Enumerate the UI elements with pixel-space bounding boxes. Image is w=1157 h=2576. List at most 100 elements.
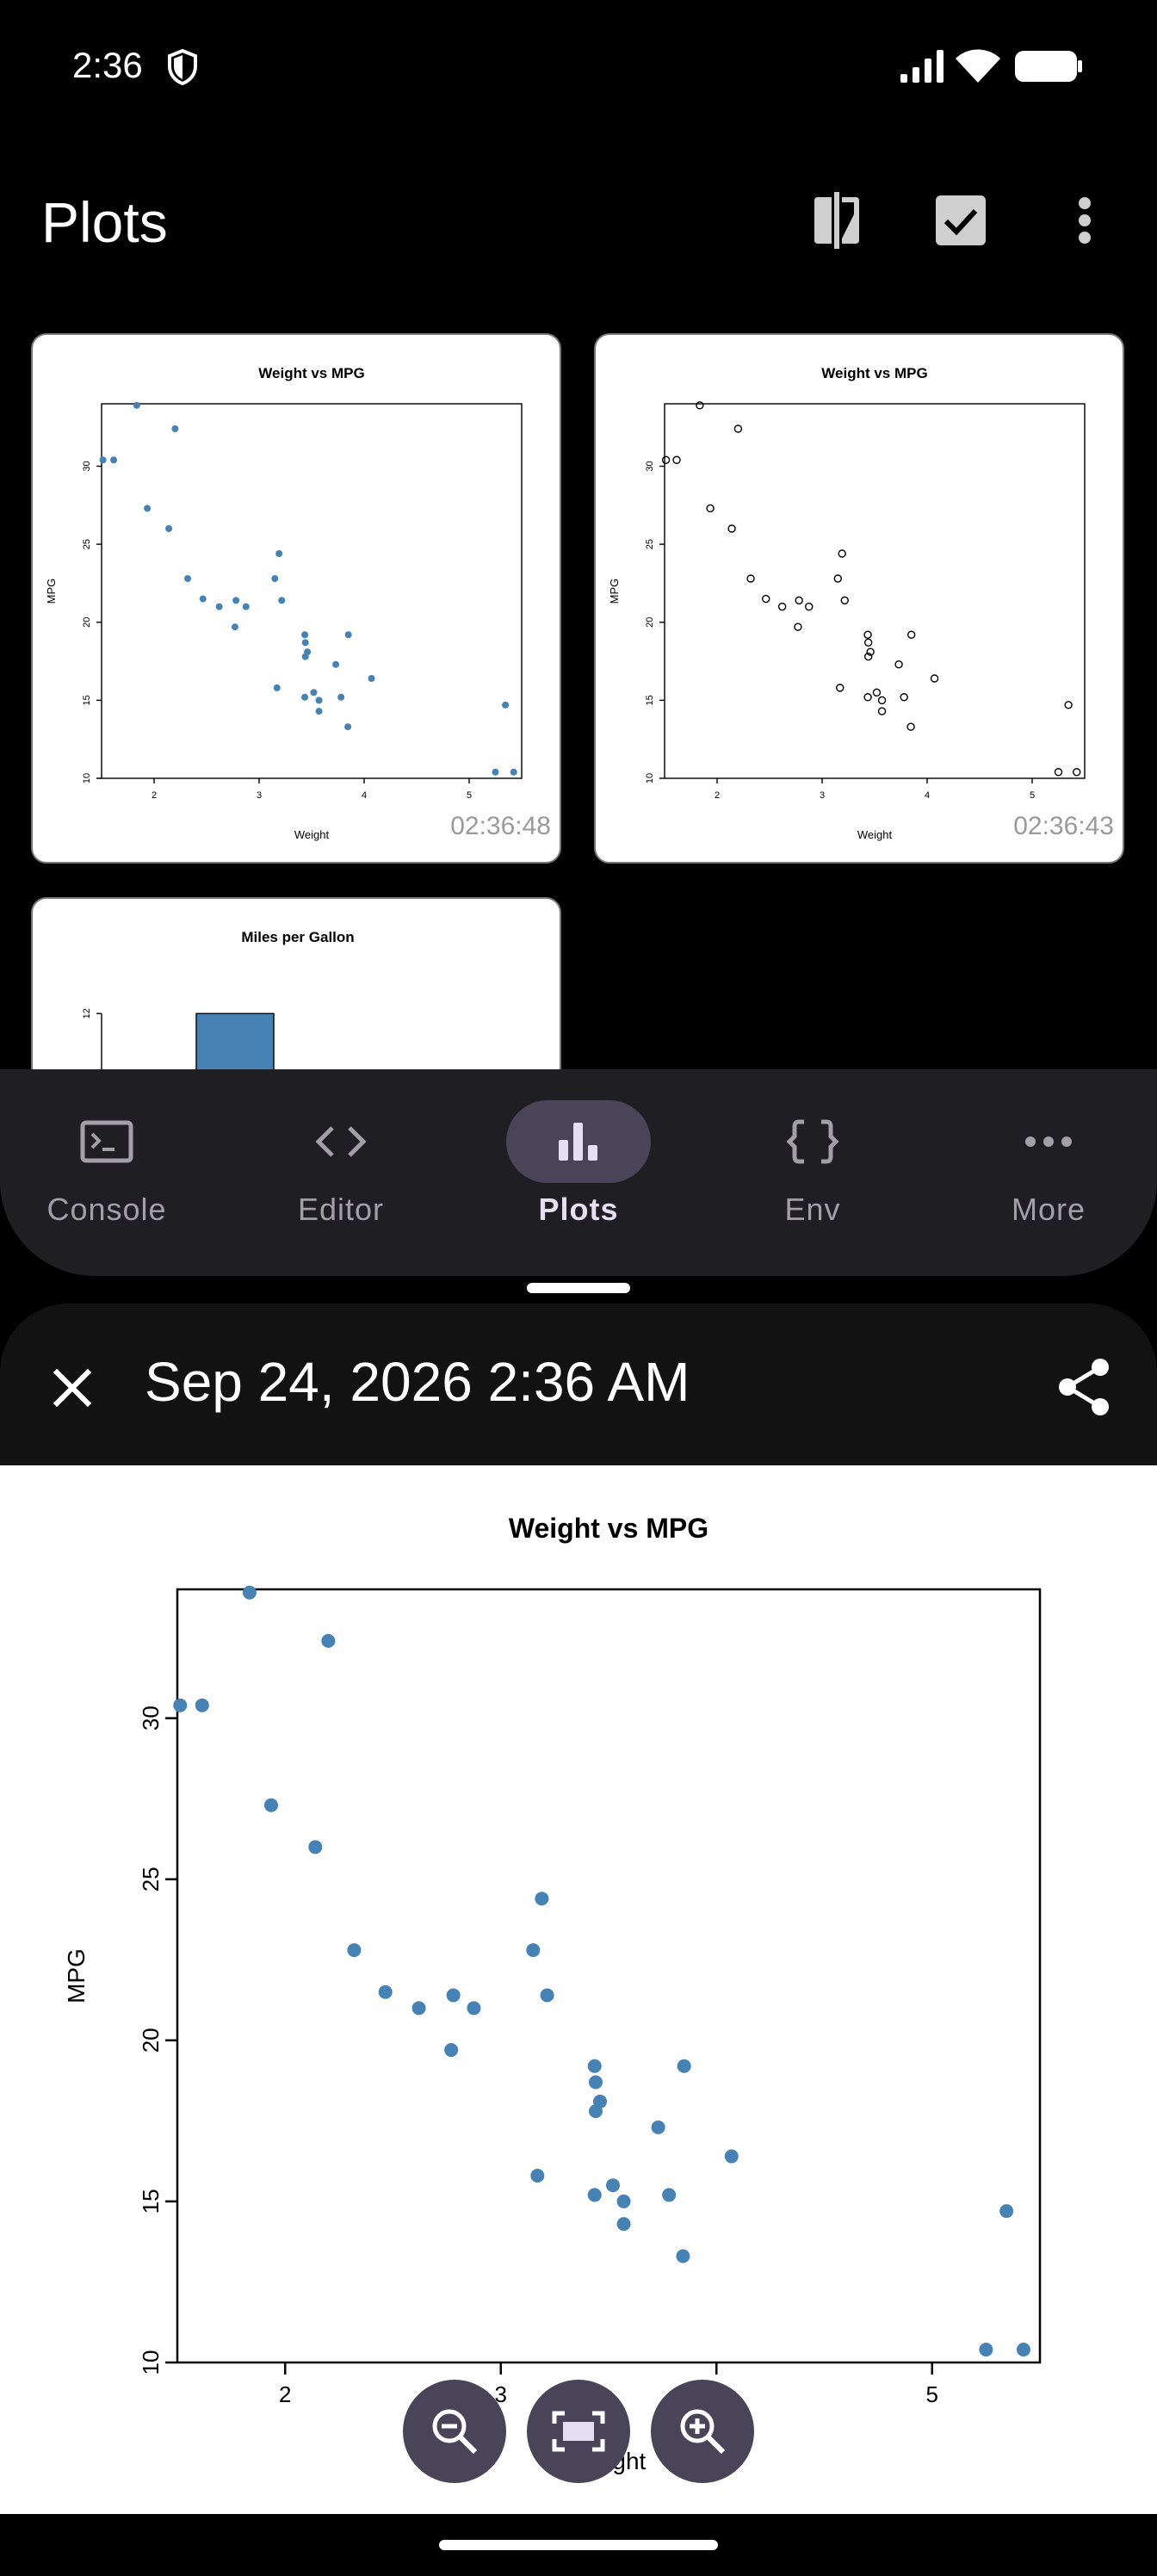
status-time: 2:36 [72, 45, 143, 85]
data-point [502, 701, 510, 709]
sheet-drag-handle[interactable] [527, 1283, 630, 1293]
close-icon[interactable] [43, 1359, 102, 1417]
data-point [588, 2075, 603, 2090]
data-point [1054, 768, 1063, 777]
compare-button[interactable] [806, 189, 868, 251]
data-point [446, 1988, 461, 2003]
data-point [592, 2094, 607, 2108]
data-point [872, 688, 882, 697]
data-point [863, 638, 873, 647]
data-point [110, 456, 118, 464]
plot-frame [664, 403, 1086, 779]
braces-icon [787, 1119, 838, 1164]
nav-label: Editor [297, 1192, 385, 1227]
data-point [907, 630, 916, 639]
y-tick-label: 30 [138, 1706, 164, 1731]
data-point [378, 1985, 393, 1999]
nav-item-plots[interactable]: Plots [475, 1100, 682, 1255]
data-point [171, 425, 179, 432]
gesture-bar-area [0, 2514, 1157, 2576]
fit-to-screen-button[interactable] [527, 2380, 630, 2483]
y-tick-label: 30 [82, 461, 92, 471]
plot-frame [176, 1588, 1042, 2364]
nav-item-console[interactable]: Console [3, 1100, 210, 1255]
y-axis-label: MPG [45, 579, 58, 604]
nav-icon-container [269, 1100, 413, 1183]
data-point [616, 2194, 631, 2208]
data-point [411, 2001, 426, 2016]
data-point [301, 631, 309, 639]
y-tick-label: 10 [138, 2350, 164, 2375]
data-point [510, 768, 517, 776]
zoom-in-icon [680, 2409, 726, 2455]
checkbox-icon [936, 195, 986, 245]
data-point [99, 456, 107, 464]
data-point [165, 525, 173, 532]
nav-item-env[interactable]: Env [709, 1100, 916, 1255]
data-point [144, 505, 152, 512]
thumbnail-timestamp: 02:36:48 [450, 812, 551, 840]
data-point [278, 597, 286, 604]
y-axis-label: MPG [608, 579, 621, 604]
data-point [979, 2343, 993, 2357]
data-point [195, 1698, 209, 1712]
page-title: Plots [41, 190, 168, 254]
data-point [606, 2178, 621, 2193]
data-point [727, 524, 736, 533]
thumbnail-chart: Weight vs MPG 2 3 4 5 10 15 20 25 30 Weight MPG [45, 365, 523, 841]
thumbnail-timestamp: 02:36:43 [1013, 812, 1114, 840]
x-tick-label: 3 [257, 790, 262, 801]
nav-label: More [1011, 1192, 1086, 1227]
data-point [587, 2188, 602, 2202]
nav-label: Console [46, 1192, 167, 1227]
data-point [894, 659, 903, 669]
data-point [1073, 768, 1081, 777]
data-point [1064, 701, 1073, 709]
share-icon[interactable] [1055, 1357, 1112, 1417]
x-axis-label: Weight [294, 828, 330, 841]
nav-icon-container [976, 1100, 1121, 1183]
y-axis-label: MPG [63, 1948, 90, 2003]
overflow-menu-button[interactable] [1054, 189, 1116, 251]
data-point [368, 675, 375, 682]
data-point [877, 707, 887, 715]
data-point [332, 660, 340, 668]
y-tick-label: 12 [82, 1008, 92, 1019]
data-point [900, 693, 908, 702]
nav-icon-container [740, 1100, 885, 1183]
x-tick-label: 5 [467, 790, 472, 801]
data-point [242, 603, 250, 610]
nav-icon-container [34, 1100, 179, 1183]
data-point [616, 2217, 631, 2232]
data-point [794, 622, 802, 631]
data-point [232, 597, 240, 604]
data-point [199, 595, 207, 603]
data-point [706, 504, 715, 513]
select-button[interactable] [930, 189, 992, 251]
y-tick-label: 20 [82, 617, 92, 628]
plot-thumbnail[interactable]: Weight vs MPG 2 3 4 5 10 15 20 25 30 Weight MPG 02:… [31, 333, 561, 864]
thumbnail-chart: Weight vs MPG 2 3 4 5 10 15 20 25 30 Weight MPG [608, 365, 1086, 841]
data-point [930, 674, 939, 683]
y-tick-label: 25 [138, 1867, 164, 1892]
fit-screen-icon [552, 2411, 605, 2452]
data-point [662, 2188, 677, 2202]
y-tick-label: 25 [645, 539, 655, 549]
data-point [540, 1988, 554, 2003]
data-point [273, 684, 281, 691]
data-point [310, 689, 318, 697]
chart-title: Weight vs MPG [258, 365, 364, 381]
data-point [492, 768, 499, 776]
y-tick-label: 15 [645, 695, 655, 705]
plot-thumbnail[interactable]: Weight vs MPG 2 3 4 5 10 15 20 25 30 Weight MPG 02:… [594, 333, 1124, 864]
home-gesture-bar[interactable] [439, 2540, 718, 2550]
nav-item-editor[interactable]: Editor [238, 1100, 444, 1255]
zoom-out-button[interactable] [403, 2380, 506, 2483]
zoom-in-button[interactable] [651, 2380, 754, 2483]
plot-canvas[interactable]: Weight vs MPG23451015202530WeightMPG [0, 1465, 1157, 2514]
nav-item-more[interactable]: More [945, 1100, 1152, 1255]
plot-viewer-header: Sep 24, 2026 2:36 AM [0, 1303, 1157, 1465]
data-point [836, 684, 845, 692]
x-tick-label: 2 [715, 790, 720, 801]
x-tick-label: 5 [1030, 790, 1035, 801]
